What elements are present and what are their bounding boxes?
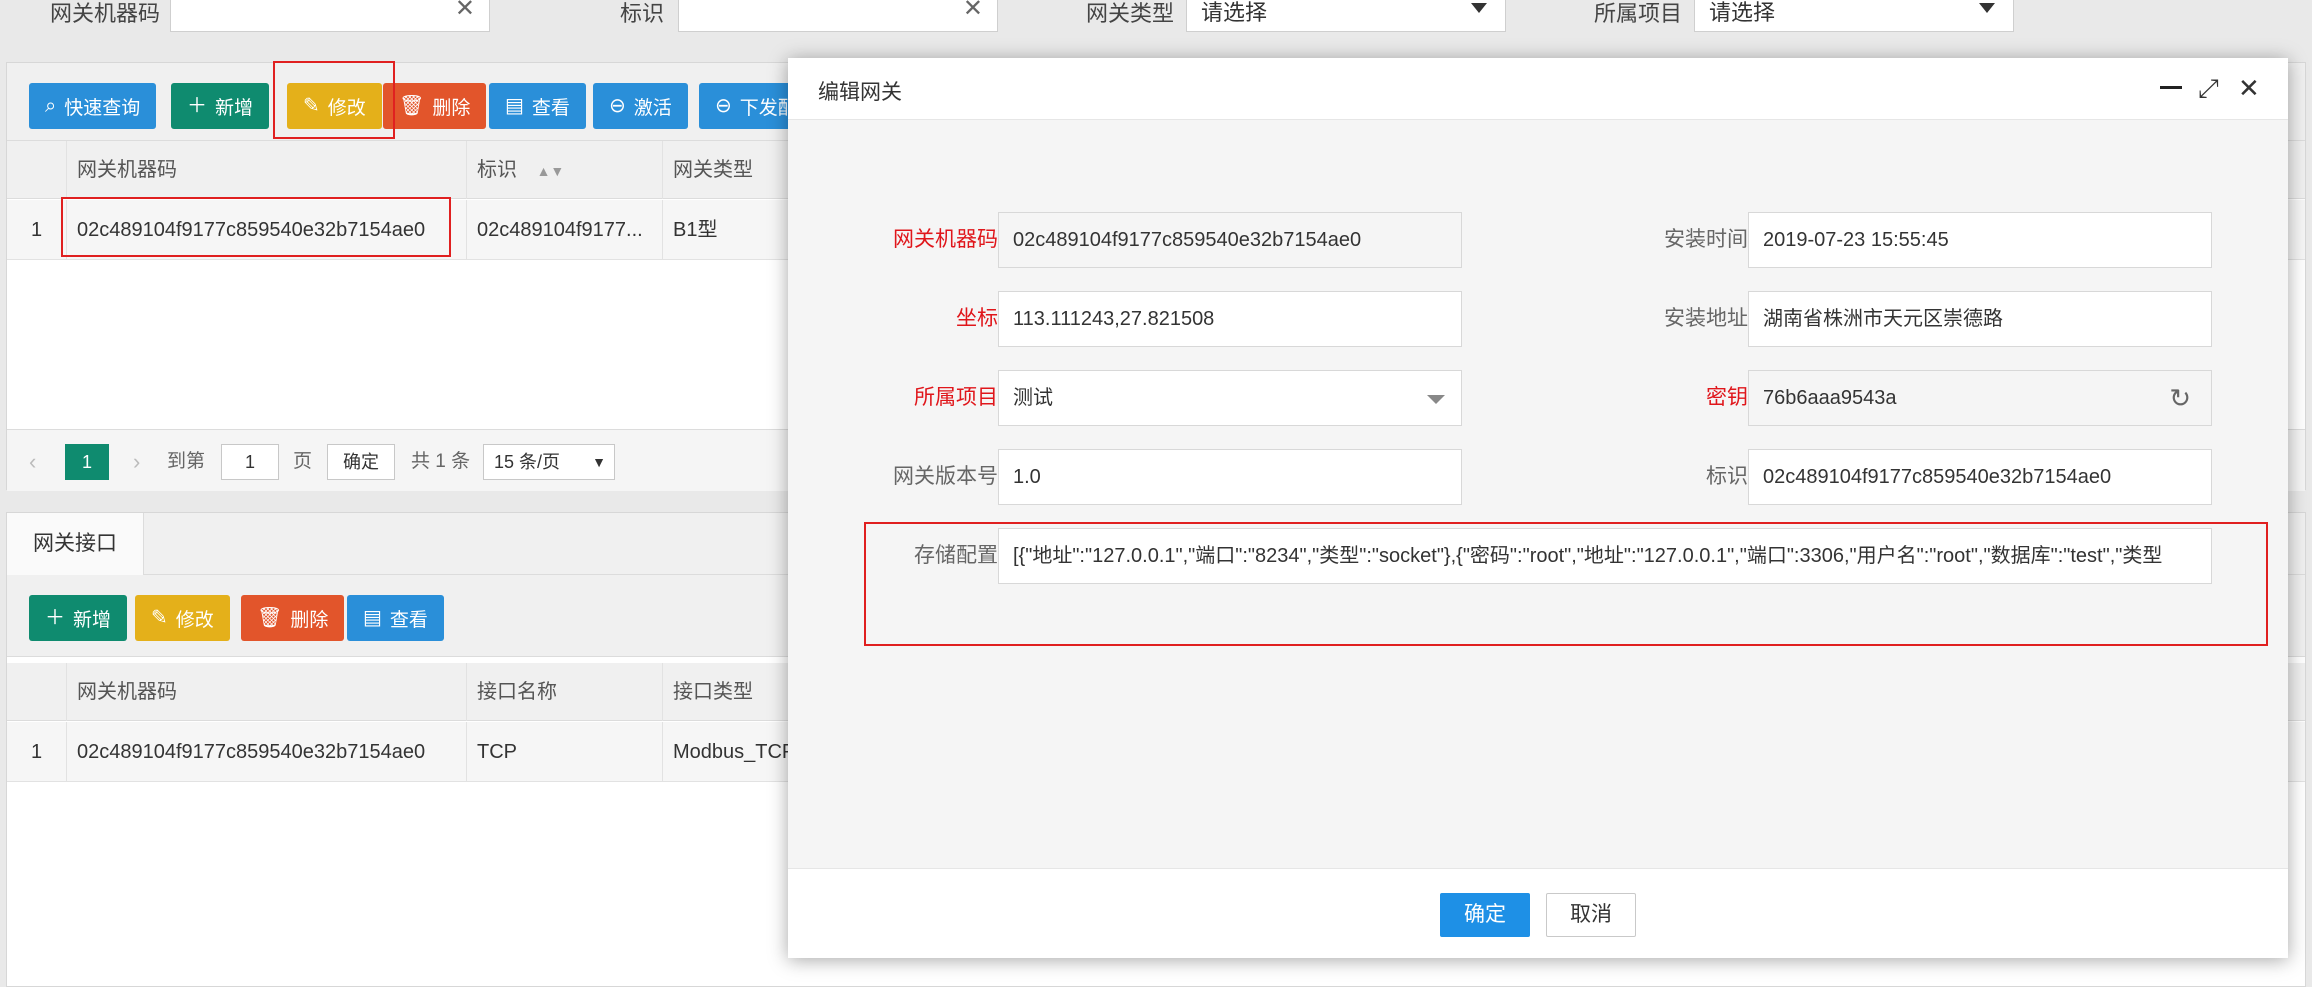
add-interface-button[interactable]: ＋ 新增 xyxy=(29,595,128,641)
goto-label: 到第 xyxy=(167,451,206,472)
column-header-mark[interactable]: 标识 ▲▼ xyxy=(467,141,663,199)
document-icon: ▤ xyxy=(363,607,382,629)
filter-gateway-code-label: 网关机器码 xyxy=(50,1,161,26)
install-time-label: 安装时间 xyxy=(1664,228,1748,251)
install-address-label: 安装地址 xyxy=(1664,307,1748,330)
add-gateway-button[interactable]: ＋ 新增 xyxy=(171,83,270,129)
prev-page-icon[interactable]: ‹ xyxy=(29,444,36,480)
coordinate-field[interactable]: 113.111243,27.821508 xyxy=(998,291,1462,347)
row-number: 1 xyxy=(7,722,67,782)
install-time-field[interactable]: 2019-07-23 15:55:45 xyxy=(1748,212,2212,268)
caret-down-icon: ▼ xyxy=(592,454,606,470)
caret-down-icon xyxy=(1427,395,1445,404)
activate-gateway-button[interactable]: ⊖ 激活 xyxy=(593,83,688,129)
filter-gateway-type-select[interactable]: 请选择 xyxy=(1186,0,1506,32)
column-header-gateway-code[interactable]: 网关机器码 xyxy=(67,141,467,199)
cell-mark: 02c489104f9177... xyxy=(467,200,663,260)
edit-gateway-dialog: 编辑网关 ⤢ ✕ 网关机器码 02c489104f9177c859540e32b… xyxy=(788,58,2288,958)
version-label: 网关版本号 xyxy=(893,465,998,488)
filter-project-value: 请选择 xyxy=(1709,0,1776,25)
minimize-icon[interactable] xyxy=(2160,72,2182,98)
view-gateway-button[interactable]: ▤ 查看 xyxy=(489,83,586,129)
power-icon: ⊖ xyxy=(609,95,626,117)
sort-icon[interactable]: ▲▼ xyxy=(537,163,565,179)
refresh-icon[interactable]: ↻ xyxy=(2169,371,2191,425)
trash-icon: 🗑 xyxy=(399,95,425,117)
version-field[interactable]: 1.0 xyxy=(998,449,1462,505)
project-select[interactable]: 测试 xyxy=(998,370,1462,426)
dialog-title: 编辑网关 xyxy=(818,81,902,104)
delete-interface-button[interactable]: 🗑 删除 xyxy=(241,595,345,641)
row-number-header xyxy=(7,141,67,199)
cell-gateway-code: 02c489104f9177c859540e32b7154ae0 xyxy=(67,722,467,782)
goto-page-input[interactable]: 1 xyxy=(221,444,279,480)
pencil-icon: ✎ xyxy=(151,607,168,629)
gateway-code-field[interactable]: 02c489104f9177c859540e32b7154ae0 xyxy=(998,212,1462,268)
highlight-storage-config xyxy=(864,522,2268,646)
column-header-gateway-code[interactable]: 网关机器码 xyxy=(67,663,467,721)
close-icon[interactable]: ✕ xyxy=(2238,74,2260,102)
quick-query-button[interactable]: ⌕ 快速查询 xyxy=(29,83,157,129)
highlight-edit-button xyxy=(273,61,395,139)
search-icon: ⌕ xyxy=(45,95,57,117)
delete-gateway-button[interactable]: 🗑 删除 xyxy=(383,83,487,129)
clear-icon[interactable]: ✕ xyxy=(455,0,475,21)
power-icon: ⊖ xyxy=(715,95,732,117)
filter-gateway-type-label: 网关类型 xyxy=(1086,1,1175,26)
page-unit: 页 xyxy=(293,451,313,472)
plus-icon: ＋ xyxy=(187,95,207,117)
mark-field[interactable]: 02c489104f9177c859540e32b7154ae0 xyxy=(1748,449,2212,505)
dialog-header: 编辑网关 ⤢ ✕ xyxy=(788,58,2288,120)
install-address-field[interactable]: 湖南省株洲市天元区崇德路 xyxy=(1748,291,2212,347)
filter-gateway-code-input[interactable]: ✕ xyxy=(170,0,490,32)
cell-interface-name: TCP xyxy=(467,722,663,782)
dialog-footer: 确定 取消 xyxy=(788,868,2288,958)
filter-bar: 网关机器码 ✕ 标识 ✕ 网关类型 请选择 所属项目 请选择 xyxy=(0,0,2312,46)
cancel-button[interactable]: 取消 xyxy=(1546,893,1636,937)
caret-down-icon xyxy=(1471,3,1487,13)
confirm-button[interactable]: 确定 xyxy=(1440,893,1530,937)
filter-project-label: 所属项目 xyxy=(1594,1,1683,26)
coordinate-label: 坐标 xyxy=(956,307,998,330)
filter-project-select[interactable]: 请选择 xyxy=(1694,0,2014,32)
next-page-icon[interactable]: › xyxy=(133,444,140,480)
view-interface-button[interactable]: ▤ 查看 xyxy=(347,595,444,641)
current-page[interactable]: 1 xyxy=(65,444,109,480)
edit-interface-button[interactable]: ✎ 修改 xyxy=(135,595,230,641)
dialog-body: 网关机器码 02c489104f9177c859540e32b7154ae0 安… xyxy=(788,120,2288,868)
filter-gateway-type-value: 请选择 xyxy=(1201,0,1268,25)
gateway-code-label: 网关机器码 xyxy=(893,228,998,251)
plus-icon: ＋ xyxy=(45,607,65,629)
goto-confirm-button[interactable]: 确定 xyxy=(327,444,395,480)
secret-key-label: 密钥 xyxy=(1706,386,1748,409)
secret-key-field[interactable]: 76b6aaa9543a ↻ xyxy=(1748,370,2212,426)
filter-mark-input[interactable]: ✕ xyxy=(678,0,998,32)
highlight-gateway-code-cell xyxy=(61,197,451,257)
document-icon: ▤ xyxy=(505,95,524,117)
clear-icon[interactable]: ✕ xyxy=(963,0,983,21)
tab-gateway-interface[interactable]: 网关接口 xyxy=(7,513,144,575)
filter-mark-label: 标识 xyxy=(620,1,665,26)
trash-icon: 🗑 xyxy=(257,607,283,629)
project-label: 所属项目 xyxy=(914,386,998,409)
column-header-interface-name[interactable]: 接口名称 xyxy=(467,663,663,721)
maximize-icon[interactable]: ⤢ xyxy=(2198,74,2219,102)
mark-label: 标识 xyxy=(1706,465,1748,488)
caret-down-icon xyxy=(1979,3,1995,13)
row-number: 1 xyxy=(7,200,67,260)
page-size-select[interactable]: 15 条/页 ▼ xyxy=(483,444,615,480)
total-count: 共 1 条 xyxy=(411,451,471,472)
row-number-header xyxy=(7,663,67,721)
